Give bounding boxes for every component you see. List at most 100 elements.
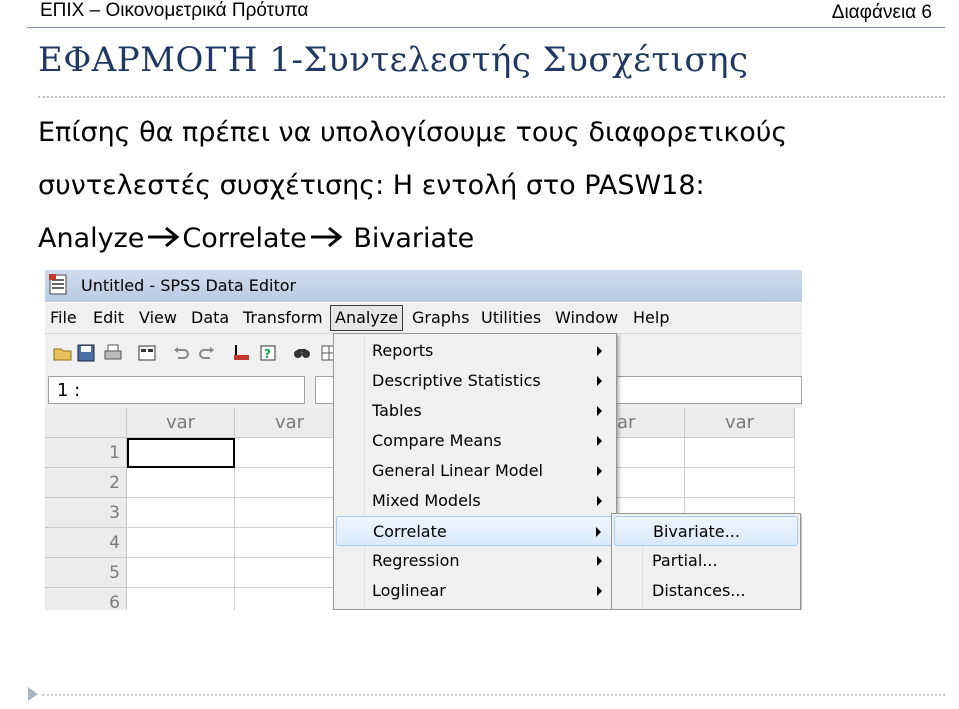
selected-cell[interactable] (127, 438, 235, 468)
variables-icon[interactable]: ? (258, 343, 278, 363)
grid-cell[interactable] (685, 468, 795, 498)
path-correlate: Correlate (182, 223, 307, 254)
open-icon[interactable] (53, 343, 73, 363)
svg-text:?: ? (264, 347, 271, 361)
menu-item-label: Compare Means (372, 431, 502, 450)
find-icon[interactable] (292, 343, 312, 363)
footer-bullet-icon (28, 687, 38, 701)
body-line-1: Επίσης θα πρέπει να υπολογίσουμε τους δι… (38, 117, 788, 148)
grid-cell[interactable] (235, 468, 345, 498)
submenu-item-distances[interactable]: Distances... (614, 576, 798, 606)
menu-item-regression[interactable]: Regression (336, 546, 614, 576)
column-header[interactable]: ar (615, 408, 685, 438)
column-header[interactable]: var (235, 408, 345, 438)
menu-graphs[interactable]: Graphs (412, 308, 469, 330)
grid-cell[interactable] (235, 558, 345, 588)
spss-app-icon (49, 274, 67, 295)
menu-item-label: Correlate (373, 522, 447, 541)
grid-cell[interactable] (235, 498, 345, 528)
grid-cell[interactable] (615, 468, 685, 498)
row-header[interactable]: 5 (45, 558, 127, 588)
menu-item-label: Reports (372, 341, 434, 360)
column-header[interactable]: var (685, 408, 795, 438)
submenu-arrow-icon (597, 376, 602, 386)
menu-item-correlate[interactable]: Correlate (336, 516, 614, 546)
arrow-right-icon (310, 226, 343, 248)
menu-path: Analyze Correlate Bivariate (38, 223, 474, 254)
grid-cell[interactable] (685, 438, 795, 468)
grid-cell[interactable] (127, 588, 235, 610)
correlate-submenu: Bivariate... Partial... Distances... (611, 513, 801, 610)
menu-item-label: Descriptive Statistics (372, 371, 541, 390)
menu-analyze[interactable]: Analyze (330, 305, 404, 331)
submenu-item-partial[interactable]: Partial... (614, 546, 798, 576)
submenu-arrow-icon (597, 496, 602, 506)
menu-item-mixed-models[interactable]: Mixed Models (336, 486, 614, 516)
grid-cell[interactable] (127, 528, 235, 558)
submenu-arrow-icon (596, 527, 601, 537)
menu-data[interactable]: Data (191, 308, 229, 330)
title-divider (38, 96, 945, 98)
row-header[interactable]: 3 (45, 498, 127, 528)
grid-cell[interactable] (127, 558, 235, 588)
menu-window[interactable]: Window (555, 308, 618, 330)
menu-item-general-linear-model[interactable]: General Linear Model (336, 456, 614, 486)
slide-title: ΕΦΑΡΜΟΓΗ 1-Συντελεστής Συσχέτισης (38, 40, 749, 80)
menu-help[interactable]: Help (633, 308, 669, 330)
submenu-arrow-icon (597, 406, 602, 416)
menu-transform[interactable]: Transform (243, 308, 323, 330)
header-divider (27, 27, 945, 28)
window-titlebar: Untitled - SPSS Data Editor (45, 270, 802, 302)
grid-cell[interactable] (127, 498, 235, 528)
menu-item-reports[interactable]: Reports (336, 336, 614, 366)
save-icon[interactable] (76, 343, 96, 363)
menu-bar: File Edit View Data Transform Analyze Gr… (45, 303, 802, 334)
menu-item-compare-means[interactable]: Compare Means (336, 426, 614, 456)
row-header[interactable]: 6 (45, 588, 127, 610)
submenu-item-bivariate[interactable]: Bivariate... (614, 516, 798, 546)
menu-item-tables[interactable]: Tables (336, 396, 614, 426)
path-bivariate: Bivariate (344, 223, 475, 254)
menu-utilities[interactable]: Utilities (481, 308, 541, 330)
grid-cell[interactable] (235, 528, 345, 558)
grid-cell[interactable] (127, 468, 235, 498)
submenu-arrow-icon (597, 556, 602, 566)
menu-view[interactable]: View (139, 308, 177, 330)
menu-item-label: Regression (372, 551, 460, 570)
submenu-arrow-icon (597, 436, 602, 446)
submenu-arrow-icon (597, 346, 602, 356)
cell-reference-field[interactable]: 1 : (48, 376, 305, 404)
menu-file[interactable]: File (50, 308, 77, 330)
menu-item-label: Mixed Models (372, 491, 481, 510)
goto-case-icon[interactable] (231, 343, 251, 363)
grid-cell[interactable] (615, 438, 685, 468)
submenu-arrow-icon (597, 466, 602, 476)
column-header[interactable]: var (127, 408, 235, 438)
menu-item-label: Tables (372, 401, 422, 420)
dialog-recall-icon[interactable] (137, 343, 157, 363)
corner-header (45, 408, 127, 438)
window-title: Untitled - SPSS Data Editor (81, 276, 297, 295)
menu-item-label: Loglinear (372, 581, 446, 600)
analyze-menu: Reports Descriptive Statistics Tables Co… (333, 333, 617, 610)
row-header[interactable]: 2 (45, 468, 127, 498)
row-header[interactable]: 1 (45, 438, 127, 468)
undo-icon[interactable] (171, 343, 191, 363)
menu-item-label: General Linear Model (372, 461, 543, 480)
print-icon[interactable] (103, 343, 123, 363)
menu-item-descriptive-statistics[interactable]: Descriptive Statistics (336, 366, 614, 396)
submenu-arrow-icon (597, 586, 602, 596)
body-line-2: συντελεστές συσχέτισης: Η εντολή στο PAS… (38, 170, 705, 201)
course-header: ΕΠΙΧ – Οικονομετρικά Πρότυπα (40, 0, 309, 21)
grid-cell[interactable] (235, 588, 345, 610)
spss-screenshot: Untitled - SPSS Data Editor File Edit Vi… (45, 270, 802, 610)
slide-number: Διαφάνεια 6 (831, 2, 932, 23)
redo-icon[interactable] (197, 343, 217, 363)
row-header[interactable]: 4 (45, 528, 127, 558)
path-analyze: Analyze (38, 223, 145, 254)
menu-item-loglinear[interactable]: Loglinear (336, 576, 614, 606)
footer-divider (42, 694, 945, 696)
grid-cell[interactable] (235, 438, 345, 468)
arrow-right-icon (148, 226, 180, 248)
menu-edit[interactable]: Edit (93, 308, 124, 330)
